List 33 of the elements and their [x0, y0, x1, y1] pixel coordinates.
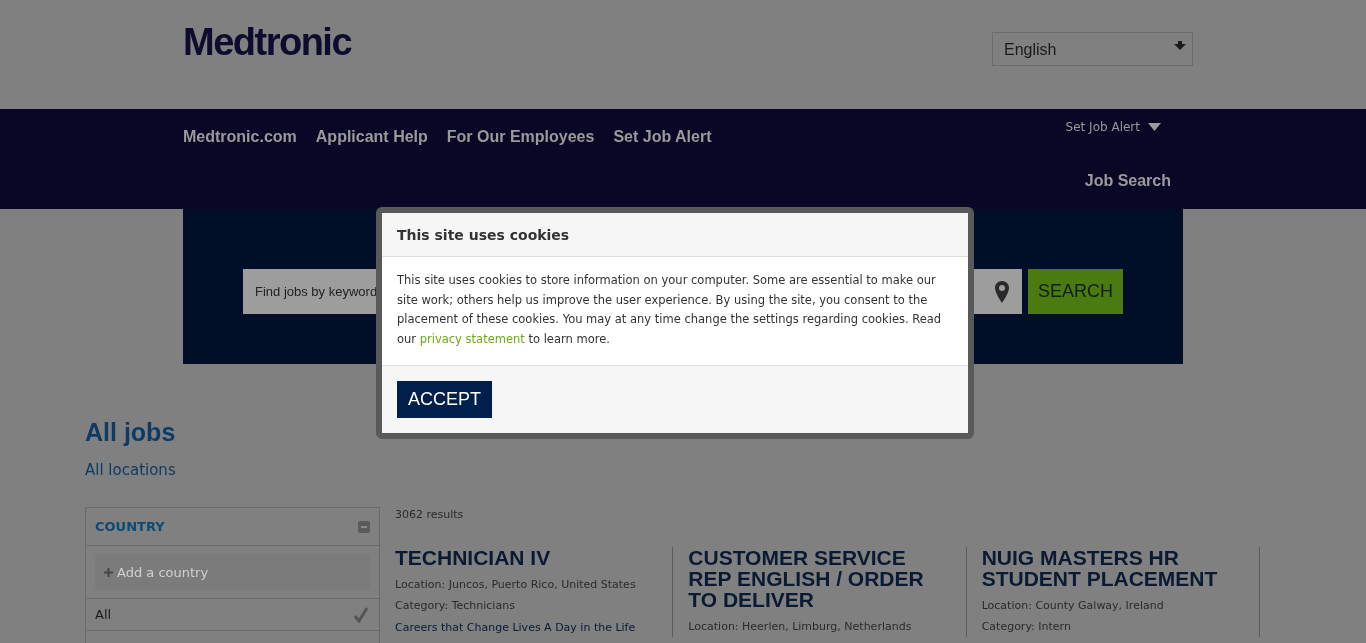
- privacy-link[interactable]: privacy statement: [419, 331, 525, 346]
- job-detail: Category: Technicians: [395, 598, 516, 614]
- nav-link[interactable]: Job Search: [1084, 172, 1171, 190]
- caret-icon: [1148, 123, 1161, 131]
- job-title[interactable]: NUIG MASTERS HR STUDENT PLACEMENT: [981, 547, 1244, 589]
- language-select[interactable]: English: [992, 32, 1193, 66]
- job-alert-menu[interactable]: Set Job Alert: [1065, 120, 1161, 134]
- cookie-message: This site uses cookies to store information on your computer. Some are essential to make our site work; others help us improve the user experience. By using the site, you consent to the placement of these cookies. You may at any time change the settings regarding cookies. Read our privacy statement to learn more.: [397, 272, 943, 348]
- plus-icon: [104, 567, 113, 577]
- search-button[interactable]: SEARCH: [1028, 269, 1123, 314]
- accept-button[interactable]: ACCEPT: [397, 381, 492, 418]
- filter-title: COUNTRY: [95, 519, 165, 534]
- job-detail: Category: Intern: [981, 619, 1072, 635]
- logo[interactable]: Medtronic: [183, 20, 352, 64]
- location-field[interactable]: [982, 269, 1022, 314]
- job-detail: Location: County Galway, Ireland: [981, 598, 1165, 614]
- checkmark-icon: [353, 606, 369, 623]
- map-pin-icon: [995, 280, 1009, 303]
- job-detail: Location: Juncos, Puerto Rico, United States: [395, 577, 637, 593]
- dialog-title: This site uses cookies: [397, 226, 570, 243]
- caret-icon: [1174, 41, 1186, 51]
- nav-link[interactable]: Applicant Help: [315, 128, 428, 148]
- nav-link[interactable]: For Our Employees: [446, 128, 595, 148]
- job-detail: Location: Heerlen, Limburg, Netherlands: [688, 619, 913, 635]
- nav-link[interactable]: Set Job Alert: [613, 128, 712, 148]
- job-link[interactable]: Careers that Change Lives A Day in the Life: [395, 621, 658, 634]
- add-country-field[interactable]: Add a country: [95, 554, 370, 590]
- nav-link[interactable]: Medtronic.com: [183, 128, 297, 148]
- page-heading: All jobs: [85, 418, 177, 447]
- job-title[interactable]: CUSTOMER SERVICE REP ENGLISH / ORDER TO DELIVER: [688, 547, 951, 610]
- location-link[interactable]: All locations: [85, 461, 1366, 479]
- job-title[interactable]: TECHNICIAN IV: [395, 547, 658, 568]
- results-count: 3062 results: [395, 508, 465, 521]
